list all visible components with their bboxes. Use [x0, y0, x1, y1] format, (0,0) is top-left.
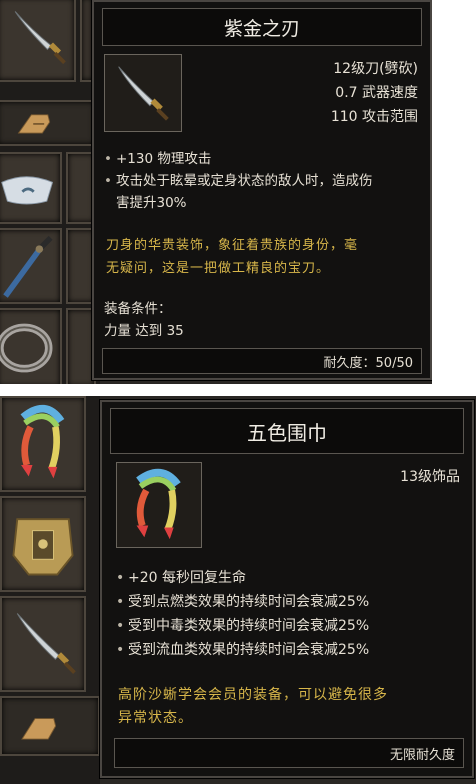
inventory-slot-saber[interactable]	[0, 0, 76, 82]
item-attack-range: 110 攻击范围	[330, 109, 418, 125]
inventory-slot-bracelet[interactable]	[0, 308, 62, 384]
lore-line: 异常状态。	[118, 710, 193, 726]
requirement-value: 力量 达到 35	[104, 323, 184, 339]
item-level-type: 13级饰品	[400, 469, 460, 485]
effect-line: +20 每秒回复生命	[128, 570, 246, 586]
scroll-icon	[17, 114, 51, 134]
item-durability: 无限耐久度	[114, 738, 464, 768]
armor-icon	[12, 518, 74, 576]
effect-line: 受到点燃类效果的持续时间会衰减25%	[128, 594, 370, 610]
inventory-screen-top: 紫金之刃 12级刀(劈砍) 0.7 武器速度 110 攻击范围 • +130 物理…	[0, 0, 432, 384]
effect-line: +130 物理攻击	[116, 151, 212, 167]
scroll-icon	[21, 718, 57, 740]
item-icon-frame	[104, 54, 182, 132]
lore-line: 高阶沙蜥学会会员的装备，可以避免很多	[118, 687, 388, 703]
item-title: 紫金之刃	[102, 8, 422, 46]
inventory-slot-scroll[interactable]	[0, 696, 100, 756]
inventory-slot-cloth-hat[interactable]	[0, 152, 62, 224]
saber-icon	[16, 613, 76, 674]
inventory-screen-bottom: 五色围巾 13级饰品 • +20 每秒回复生命 • 受到点燃类效果的持续时间会衰减2…	[0, 396, 476, 784]
item-requirements: 装备条件： 力量 达到 35	[104, 298, 184, 342]
inventory-slot-sword[interactable]	[0, 228, 62, 304]
scarf-icon	[20, 404, 65, 479]
inventory-slot-scarf[interactable]	[0, 396, 86, 492]
inventory-slot-saber[interactable]	[0, 596, 86, 692]
item-icon-frame	[116, 462, 202, 548]
cloth-hat-icon	[1, 176, 54, 205]
item-effects: • +130 物理攻击 • 攻击处于眩晕或定身状态的敌人时，造成伤 害提升30%	[104, 148, 422, 214]
requirement-label: 装备条件：	[104, 301, 172, 317]
item-lore: 刀身的华贵装饰，象征着贵族的身份，毫 无疑问，这是一把做工精良的宝刀。	[106, 234, 424, 280]
saber-icon	[14, 11, 66, 65]
effect-line: 害提升30%	[116, 195, 187, 211]
item-durability: 耐久度：50/50	[102, 348, 422, 374]
sword-icon	[3, 235, 53, 298]
effect-line: 受到中毒类效果的持续时间会衰减25%	[128, 618, 370, 634]
bracelet-icon	[0, 323, 53, 373]
item-weapon-speed: 0.7 武器速度	[335, 85, 418, 101]
inventory-slot-armor[interactable]	[0, 496, 86, 592]
item-level-type: 12级刀(劈砍)	[333, 61, 418, 77]
item-tooltip: 五色围巾 13级饰品 • +20 每秒回复生命 • 受到点燃类效果的持续时间会衰减2…	[100, 400, 474, 778]
lore-line: 刀身的华贵装饰，象征着贵族的身份，毫	[106, 238, 359, 253]
scarf-icon	[136, 468, 181, 540]
effect-line: 攻击处于眩晕或定身状态的敌人时，造成伤	[116, 173, 373, 189]
lore-line: 无疑问，这是一把做工精良的宝刀。	[106, 261, 331, 276]
saber-icon	[118, 66, 169, 121]
item-title: 五色围巾	[110, 408, 464, 454]
item-tooltip: 紫金之刃 12级刀(劈砍) 0.7 武器速度 110 攻击范围 • +130 物理…	[92, 0, 432, 380]
item-lore: 高阶沙蜥学会会员的装备，可以避免很多 异常状态。	[118, 684, 468, 730]
effect-line: 受到流血类效果的持续时间会衰减25%	[128, 642, 370, 658]
inventory-slot-scroll[interactable]	[0, 100, 96, 146]
item-effects: • +20 每秒回复生命 • 受到点燃类效果的持续时间会衰减25% • 受到中毒类效果…	[116, 566, 466, 662]
